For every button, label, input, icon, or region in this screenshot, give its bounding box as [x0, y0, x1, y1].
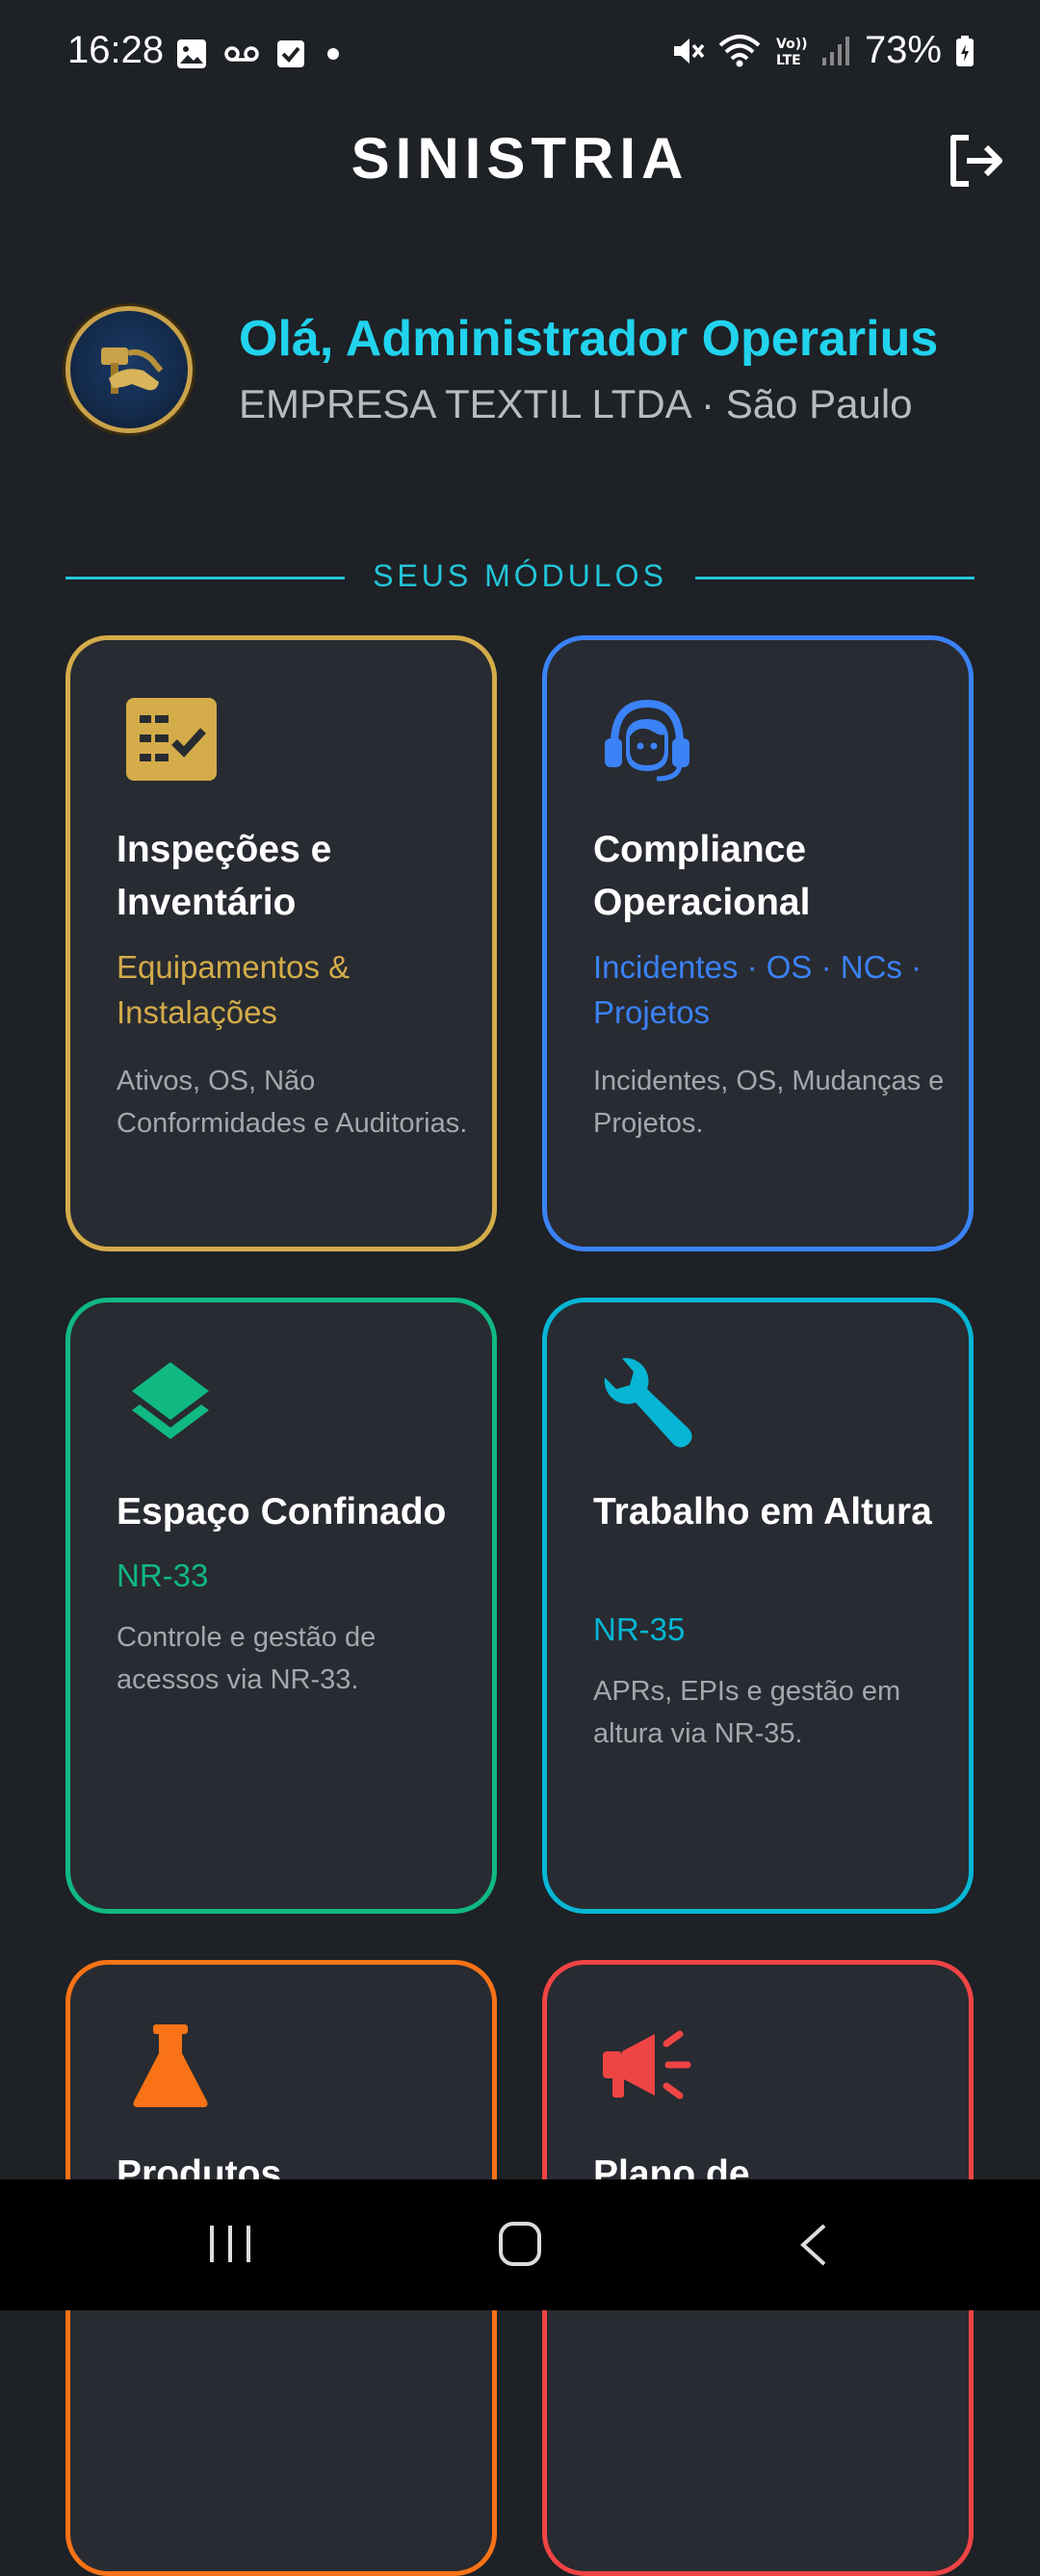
svg-text:LTE: LTE: [776, 53, 801, 68]
layers-icon: [132, 1362, 209, 1439]
company-location: EMPRESA TEXTIL LTDA · São Paulo: [239, 381, 913, 426]
status-bar: 16:28 Vo)) LTE 73%: [0, 0, 1040, 111]
module-description: Ativos, OS, Não Conformidades e Auditori…: [117, 1066, 468, 1139]
mute-icon: [673, 38, 705, 64]
module-card-trabalho-altura[interactable]: Trabalho em Altura NR-35 APRs, EPIs e ge…: [542, 1298, 974, 1914]
app-title: SINISTRIA: [351, 126, 689, 191]
module-card-inspecoes[interactable]: Inspeções e Inventário Equipamentos & In…: [65, 635, 497, 1251]
system-nav-bar: [0, 2179, 1040, 2310]
module-title: Compliance Operacional: [593, 829, 811, 923]
avatar: [65, 306, 193, 433]
module-description: Controle e gestão de acessos via NR-33.: [117, 1622, 377, 1695]
wifi-icon: [718, 34, 761, 66]
dot-icon: [327, 48, 339, 60]
module-card-compliance[interactable]: Compliance Operacional Incidentes · OS ·…: [542, 635, 974, 1251]
module-title: Trabalho em Altura: [593, 1491, 932, 1533]
module-card-espaco-confinado[interactable]: Espaço Confinado NR-33 Controle e gestão…: [65, 1298, 497, 1914]
handshake-icon: [101, 348, 164, 394]
module-title: Inspeções e Inventário: [117, 829, 332, 923]
divider: [695, 577, 975, 580]
module-subtitle: Incidentes · OS · NCs · Projetos: [593, 949, 923, 1030]
recent-apps-icon[interactable]: [206, 2222, 254, 2266]
module-title: Espaço Confinado: [117, 1491, 447, 1533]
module-subtitle: Equipamentos & Instalações: [117, 949, 351, 1030]
back-icon[interactable]: [795, 2222, 830, 2268]
wrench-icon: [604, 1357, 692, 1448]
home-icon[interactable]: [497, 2220, 543, 2268]
headset-icon: [605, 699, 689, 782]
logout-icon[interactable]: [944, 130, 1005, 192]
module-description: Incidentes, OS, Mudanças e Projetos.: [593, 1066, 945, 1139]
checklist-icon: [126, 698, 217, 781]
signal-icon: [821, 36, 849, 65]
voicemail-icon: [224, 46, 259, 62]
module-subtitle: NR-33: [117, 1558, 209, 1593]
checkbox-icon: [277, 40, 304, 67]
battery-percent: 73%: [864, 29, 942, 71]
megaphone-icon: [603, 2030, 691, 2099]
image-icon: [177, 39, 206, 68]
battery-icon: [956, 35, 974, 66]
module-subtitle: NR-35: [593, 1611, 686, 1647]
svg-text:Vo)): Vo)): [776, 37, 807, 52]
module-description: APRs, EPIs e gestão em altura via NR-35.: [593, 1676, 901, 1749]
section-header: SEUS MÓDULOS: [65, 558, 975, 597]
status-time: 16:28: [67, 29, 165, 71]
greeting-text: Olá, Administrador Operarius: [239, 311, 939, 367]
flask-icon: [133, 2024, 208, 2107]
volte-icon: Vo)) LTE: [776, 37, 807, 68]
